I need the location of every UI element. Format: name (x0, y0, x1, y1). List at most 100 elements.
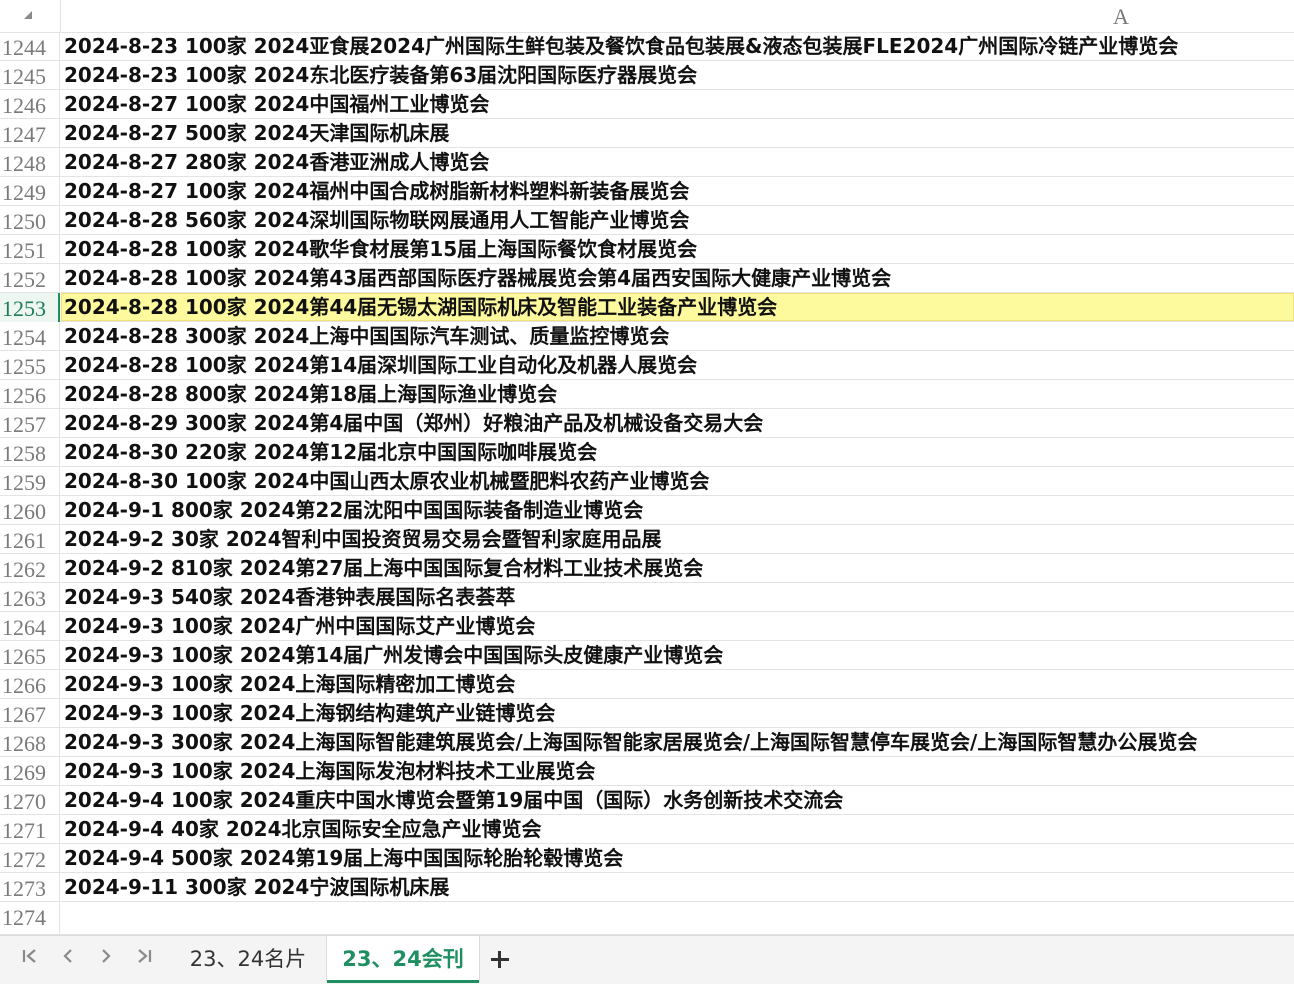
row-number[interactable]: 1249 (0, 177, 60, 206)
cell-a[interactable]: 2024-9-1 800家 2024第22届沈阳中国国际装备制造业博览会 (61, 496, 1294, 524)
row-number[interactable]: 1265 (0, 641, 60, 670)
table-row: 1267 2024-9-3 100家 2024上海钢结构建筑产业链博览会 (0, 699, 1294, 728)
row-number[interactable]: 1254 (0, 322, 60, 351)
cell-a[interactable]: 2024-9-3 100家 2024第14届广州发博会中国国际头皮健康产业博览会 (61, 641, 1294, 669)
cell-a[interactable]: 2024-9-4 100家 2024重庆中国水博览会暨第19届中国（国际）水务创… (61, 786, 1294, 814)
row-number[interactable]: 1250 (0, 206, 60, 235)
table-row: 1256 2024-8-28 800家 2024第18届上海国际渔业博览会 (0, 380, 1294, 409)
table-row: 1253 2024-8-28 100家 2024第44届无锡太湖国际机床及智能工业… (0, 293, 1294, 322)
row-number[interactable]: 1258 (0, 438, 60, 467)
row-number[interactable]: 1271 (0, 815, 60, 844)
row-number[interactable]: 1257 (0, 409, 60, 438)
cell-a[interactable]: 2024-9-3 100家 2024上海钢结构建筑产业链博览会 (61, 699, 1294, 727)
rows-container: 1244 2024-8-23 100家 2024亚食展2024广州国际生鲜包装及餐… (0, 32, 1294, 935)
cell-a[interactable]: 2024-9-4 40家 2024北京国际安全应急产业博览会 (61, 815, 1294, 843)
table-row: 1249 2024-8-27 100家 2024福州中国合成树脂新材料塑料新装备展… (0, 177, 1294, 206)
cell-a[interactable]: 2024-9-11 300家 2024宁波国际机床展 (61, 873, 1294, 901)
cell-a[interactable]: 2024-8-28 100家 2024第44届无锡太湖国际机床及智能工业装备产业… (61, 293, 1294, 321)
next-sheet-icon[interactable] (92, 946, 120, 974)
select-all-corner[interactable] (0, 0, 61, 32)
table-row: 1264 2024-9-3 100家 2024广州中国国际艾产业博览会 (0, 612, 1294, 641)
cell-a[interactable]: 2024-8-27 500家 2024天津国际机床展 (61, 119, 1294, 147)
column-header-row: A (0, 0, 1294, 33)
table-row: 1268 2024-9-3 300家 2024上海国际智能建筑展览会/上海国际智能… (0, 728, 1294, 757)
tab-sheet-1[interactable]: 23、24名片 (180, 936, 316, 982)
row-number[interactable]: 1262 (0, 554, 60, 583)
table-row: 1246 2024-8-27 100家 2024中国福州工业博览会 (0, 90, 1294, 119)
last-sheet-icon[interactable] (130, 946, 158, 974)
row-number[interactable]: 1272 (0, 844, 60, 873)
row-number[interactable]: 1273 (0, 873, 60, 902)
row-number[interactable]: 1269 (0, 757, 60, 786)
table-row: 1248 2024-8-27 280家 2024香港亚洲成人博览会 (0, 148, 1294, 177)
row-number[interactable]: 1267 (0, 699, 60, 728)
row-number[interactable]: 1259 (0, 467, 60, 496)
cell-a[interactable]: 2024-8-28 800家 2024第18届上海国际渔业博览会 (61, 380, 1294, 408)
cell-a[interactable]: 2024-8-28 560家 2024深圳国际物联网展通用人工智能产业博览会 (61, 206, 1294, 234)
table-row: 1260 2024-9-1 800家 2024第22届沈阳中国国际装备制造业博览会 (0, 496, 1294, 525)
row-number[interactable]: 1264 (0, 612, 60, 641)
table-row: 1269 2024-9-3 100家 2024上海国际发泡材料技术工业展览会 (0, 757, 1294, 786)
row-number[interactable]: 1263 (0, 583, 60, 612)
add-sheet-icon[interactable] (486, 944, 514, 974)
cell-a[interactable]: 2024-8-27 100家 2024中国福州工业博览会 (61, 90, 1294, 118)
cell-a[interactable]: 2024-8-29 300家 2024第4届中国（郑州）好粮油产品及机械设备交易… (61, 409, 1294, 437)
cell-a[interactable]: 2024-9-2 810家 2024第27届上海中国国际复合材料工业技术展览会 (61, 554, 1294, 582)
row-number[interactable]: 1253 (0, 293, 60, 322)
row-number[interactable]: 1251 (0, 235, 60, 264)
cell-a[interactable]: 2024-8-30 220家 2024第12届北京中国国际咖啡展览会 (61, 438, 1294, 466)
prev-sheet-icon[interactable] (54, 946, 82, 974)
table-row: 1252 2024-8-28 100家 2024第43届西部国际医疗器械展览会第4… (0, 264, 1294, 293)
row-number[interactable]: 1252 (0, 264, 60, 293)
select-all-icon (24, 11, 32, 19)
table-row: 1270 2024-9-4 100家 2024重庆中国水博览会暨第19届中国（国际… (0, 786, 1294, 815)
cell-a[interactable]: 2024-8-28 300家 2024上海中国国际汽车测试、质量监控博览会 (61, 322, 1294, 350)
table-row: 1247 2024-8-27 500家 2024天津国际机床展 (0, 119, 1294, 148)
table-row: 1254 2024-8-28 300家 2024上海中国国际汽车测试、质量监控博览… (0, 322, 1294, 351)
row-number[interactable]: 1270 (0, 786, 60, 815)
table-row: 1245 2024-8-23 100家 2024东北医疗装备第63届沈阳国际医疗器… (0, 61, 1294, 90)
table-row: 1272 2024-9-4 500家 2024第19届上海中国国际轮胎轮毂博览会 (0, 844, 1294, 873)
cell-a[interactable] (61, 902, 1294, 930)
table-row: 1274 (0, 902, 1294, 935)
cell-a[interactable]: 2024-9-3 540家 2024香港钟表展国际名表荟萃 (61, 583, 1294, 611)
table-row: 1261 2024-9-2 30家 2024智利中国投资贸易交易会暨智利家庭用品展 (0, 525, 1294, 554)
table-row: 1251 2024-8-28 100家 2024歌华食材展第15届上海国际餐饮食材… (0, 235, 1294, 264)
row-number[interactable]: 1256 (0, 380, 60, 409)
table-row: 1258 2024-8-30 220家 2024第12届北京中国国际咖啡展览会 (0, 438, 1294, 467)
cell-a[interactable]: 2024-9-2 30家 2024智利中国投资贸易交易会暨智利家庭用品展 (61, 525, 1294, 553)
row-number[interactable]: 1248 (0, 148, 60, 177)
row-number[interactable]: 1247 (0, 119, 60, 148)
cell-a[interactable]: 2024-9-3 100家 2024广州中国国际艾产业博览会 (61, 612, 1294, 640)
row-number[interactable]: 1260 (0, 496, 60, 525)
row-number[interactable]: 1268 (0, 728, 60, 757)
cell-a[interactable]: 2024-8-28 100家 2024第43届西部国际医疗器械展览会第4届西安国… (61, 264, 1294, 292)
row-number[interactable]: 1246 (0, 90, 60, 119)
row-number[interactable]: 1261 (0, 525, 60, 554)
spreadsheet-grid: A 1244 2024-8-23 100家 2024亚食展2024广州国际生鲜包装… (0, 0, 1294, 935)
cell-a[interactable]: 2024-8-30 100家 2024中国山西太原农业机械暨肥料农药产业博览会 (61, 467, 1294, 495)
column-header-a[interactable]: A (61, 0, 1294, 32)
cell-a[interactable]: 2024-9-3 100家 2024上海国际精密加工博览会 (61, 670, 1294, 698)
sheet-tab-bar: 23、24名片 23、24会刊 (0, 935, 1294, 984)
cell-a[interactable]: 2024-9-3 300家 2024上海国际智能建筑展览会/上海国际智能家居展览… (61, 728, 1294, 756)
row-number[interactable]: 1255 (0, 351, 60, 380)
cell-a[interactable]: 2024-8-27 280家 2024香港亚洲成人博览会 (61, 148, 1294, 176)
cell-a[interactable]: 2024-8-28 100家 2024第14届深圳国际工业自动化及机器人展览会 (61, 351, 1294, 379)
cell-a[interactable]: 2024-8-28 100家 2024歌华食材展第15届上海国际餐饮食材展览会 (61, 235, 1294, 263)
cell-a[interactable]: 2024-8-23 100家 2024亚食展2024广州国际生鲜包装及餐饮食品包… (61, 32, 1294, 60)
cell-a[interactable]: 2024-8-23 100家 2024东北医疗装备第63届沈阳国际医疗器展览会 (61, 61, 1294, 89)
table-row: 1262 2024-9-2 810家 2024第27届上海中国国际复合材料工业技术… (0, 554, 1294, 583)
column-header-label: A (1113, 4, 1129, 29)
table-row: 1263 2024-9-3 540家 2024香港钟表展国际名表荟萃 (0, 583, 1294, 612)
cell-a[interactable]: 2024-9-3 100家 2024上海国际发泡材料技术工业展览会 (61, 757, 1294, 785)
tab-sheet-2[interactable]: 23、24会刊 (326, 936, 480, 983)
row-number[interactable]: 1266 (0, 670, 60, 699)
row-number[interactable]: 1244 (0, 32, 60, 61)
row-number[interactable]: 1245 (0, 61, 60, 90)
table-row: 1271 2024-9-4 40家 2024北京国际安全应急产业博览会 (0, 815, 1294, 844)
row-number[interactable]: 1274 (0, 902, 60, 935)
cell-a[interactable]: 2024-9-4 500家 2024第19届上海中国国际轮胎轮毂博览会 (61, 844, 1294, 872)
cell-a[interactable]: 2024-8-27 100家 2024福州中国合成树脂新材料塑料新装备展览会 (61, 177, 1294, 205)
first-sheet-icon[interactable] (16, 946, 44, 974)
